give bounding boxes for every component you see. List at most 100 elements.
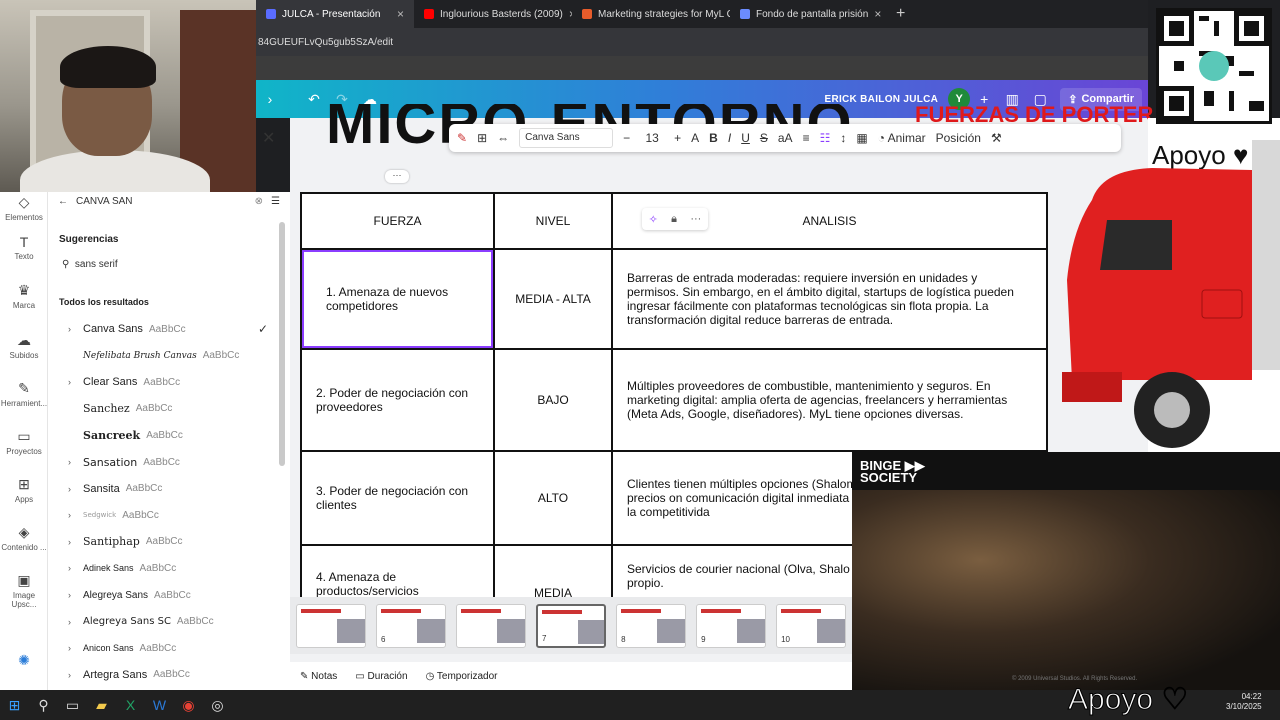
panel-scrollbar[interactable] <box>279 222 285 466</box>
task-view-icon[interactable]: ▭ <box>58 690 87 720</box>
table-icon[interactable]: ⊞ <box>477 131 487 145</box>
excel-icon[interactable]: X <box>116 690 145 720</box>
chevron-right-icon[interactable]: › <box>68 643 83 653</box>
address-bar[interactable]: 84GUEUFLvQu5gub5SzA/edit <box>256 28 1148 56</box>
font-result-item[interactable]: Nefelibata Brush Canvas AaBbCc <box>68 345 268 367</box>
chevron-right-icon[interactable]: › <box>68 537 83 547</box>
page-thumbnail[interactable]: 9 <box>696 604 767 648</box>
font-result-item[interactable]: › Alegreya Sans AaBbCc <box>68 584 268 606</box>
new-tab-button[interactable]: + <box>888 5 913 23</box>
nivel-cell[interactable]: BAJO <box>493 348 613 452</box>
fuerza-cell[interactable]: 2. Poder de negociación con proveedores <box>300 348 495 452</box>
font-result-item[interactable]: › Santiphap AaBbCc <box>68 531 268 553</box>
font-result-item[interactable]: › Alegreya Sans SC AaBbCc <box>68 611 268 633</box>
chevron-left-icon[interactable]: › <box>256 91 284 107</box>
rail-item[interactable]: ▣ Image Upsc... <box>0 572 48 609</box>
close-tab-icon[interactable]: × <box>874 7 881 21</box>
chevron-right-icon[interactable]: › <box>68 377 83 387</box>
font-result-item[interactable]: Sancreek AaBbCc <box>68 424 268 446</box>
header-nivel[interactable]: NIVEL <box>493 192 613 250</box>
nivel-cell[interactable]: MEDIA <box>493 544 613 602</box>
word-icon[interactable]: W <box>145 690 174 720</box>
animate-button[interactable]: ◔ Animar <box>878 131 926 145</box>
browser-tab[interactable]: Inglourious Basterds (2009)× <box>414 0 572 28</box>
filter-icon[interactable]: ☰ <box>271 196 280 207</box>
page-thumbnail[interactable]: 6 <box>375 604 446 648</box>
font-result-item[interactable]: Sanchez AaBbCc <box>68 398 268 420</box>
chevron-right-icon[interactable]: › <box>68 670 83 680</box>
fuerza-cell[interactable]: 4. Amenaza de productos/servicios <box>300 544 495 602</box>
header-fuerza[interactable]: FUERZA <box>300 192 495 250</box>
color-pen-icon[interactable]: ✎ <box>457 131 467 145</box>
chevron-right-icon[interactable]: › <box>68 590 83 600</box>
list-icon[interactable]: ☷ <box>820 131 831 145</box>
windows-start-icon[interactable]: ⊞ <box>0 690 29 720</box>
analisis-cell[interactable]: Múltiples proveedores de combustible, ma… <box>611 348 1048 452</box>
position-button[interactable]: Posición <box>936 131 981 145</box>
browser-tab[interactable]: Marketing strategies for MyL Co× <box>572 0 730 28</box>
nivel-cell[interactable]: MEDIA - ALTA <box>493 248 613 350</box>
undo-icon[interactable]: ↶ <box>300 91 328 108</box>
more-icon[interactable]: ··· <box>690 213 701 225</box>
magic-icon[interactable]: ✺ <box>0 652 48 669</box>
strikethrough-icon[interactable]: S <box>760 131 768 145</box>
font-search-input[interactable] <box>76 195 216 207</box>
font-result-item[interactable]: › Artegra Sans AaBbCc <box>68 664 268 686</box>
duration-button[interactable]: ▭ Duración <box>355 671 407 682</box>
fuerza-cell[interactable]: 3. Poder de negociación con clientes <box>300 450 495 546</box>
chevron-right-icon[interactable]: › <box>68 510 83 520</box>
chevron-right-icon[interactable]: › <box>68 457 83 467</box>
underline-icon[interactable]: U <box>741 131 750 145</box>
text-color-icon[interactable]: A <box>691 131 699 145</box>
font-result-item[interactable]: › Sansita AaBbCc <box>68 478 268 500</box>
column-width-icon[interactable]: ⇔ <box>497 131 509 145</box>
close-tab-icon[interactable]: × <box>397 7 404 21</box>
spacing-icon[interactable]: ↕ <box>840 131 846 145</box>
rail-item[interactable]: ▭ Proyectos <box>0 428 48 456</box>
file-explorer-icon[interactable]: ▰ <box>87 690 116 720</box>
font-size-decrease[interactable]: − <box>623 131 630 145</box>
close-panel-icon[interactable]: ✕ <box>262 128 275 148</box>
font-result-item[interactable]: › Anicon Sans AaBbCc <box>68 637 268 659</box>
chevron-right-icon[interactable]: › <box>68 484 83 494</box>
align-icon[interactable]: ≡ <box>803 131 810 145</box>
rail-item[interactable]: ☁ Subidos <box>0 332 48 360</box>
notes-button[interactable]: ✎ Notas <box>300 671 337 682</box>
font-selector[interactable]: Canva Sans <box>519 128 614 148</box>
page-thumbnail[interactable] <box>296 604 366 648</box>
lock-icon[interactable]: 🔒︎ <box>671 213 677 226</box>
back-arrow-icon[interactable]: ← <box>58 196 68 207</box>
rail-item[interactable]: ⊞ Apps <box>0 476 48 504</box>
transparency-icon[interactable]: ▦ <box>856 131 867 145</box>
app-icon[interactable]: ◎ <box>203 690 232 720</box>
rail-item[interactable]: ◈ Contenido ... <box>0 524 48 552</box>
font-result-item[interactable]: › Canva Sans AaBbCc ✓ <box>68 318 268 340</box>
search-icon[interactable]: ⚲ <box>29 690 58 720</box>
fuerza-cell[interactable]: 1. Amenaza de nuevos competidores <box>300 248 495 350</box>
rail-item[interactable]: ✎ Herramient... <box>0 380 48 408</box>
analisis-cell[interactable]: Barreras de entrada moderadas: requiere … <box>611 248 1048 350</box>
rail-item[interactable]: ♛ Marca <box>0 282 48 310</box>
case-icon[interactable]: aA <box>778 131 793 145</box>
chevron-right-icon[interactable]: › <box>68 617 83 627</box>
more-options-icon[interactable]: ··· <box>385 170 409 183</box>
font-search[interactable]: ← ⊗ ☰ <box>58 192 280 210</box>
page-thumbnail[interactable]: 8 <box>616 604 687 648</box>
page-thumbnail[interactable] <box>455 604 526 648</box>
font-result-item[interactable]: › Clear Sans AaBbCc <box>68 371 268 393</box>
chrome-icon[interactable]: ◉ <box>174 690 203 720</box>
browser-tab[interactable]: JULCA - Presentación × <box>256 0 414 28</box>
font-size-value[interactable]: 13 <box>640 131 664 145</box>
italic-icon[interactable]: I <box>728 131 731 145</box>
paint-format-icon[interactable]: ⚒ <box>991 131 1002 145</box>
suggestion-item[interactable]: ⚲ sans serif <box>62 259 118 270</box>
font-result-item[interactable]: › Sedgwick AaBbCc <box>68 504 268 526</box>
page-thumbnail[interactable]: 10 <box>776 604 847 648</box>
magic-edit-icon[interactable]: ✧ <box>649 213 658 226</box>
rail-item[interactable]: ◇ Elementos <box>0 194 48 222</box>
rail-item[interactable]: T Texto <box>0 234 48 261</box>
rail-magic[interactable]: ✺ <box>0 652 48 671</box>
font-size-increase[interactable]: + <box>674 131 681 145</box>
clear-icon[interactable]: ⊗ <box>255 196 263 207</box>
browser-tab[interactable]: Fondo de pantalla prisión × <box>730 0 888 28</box>
